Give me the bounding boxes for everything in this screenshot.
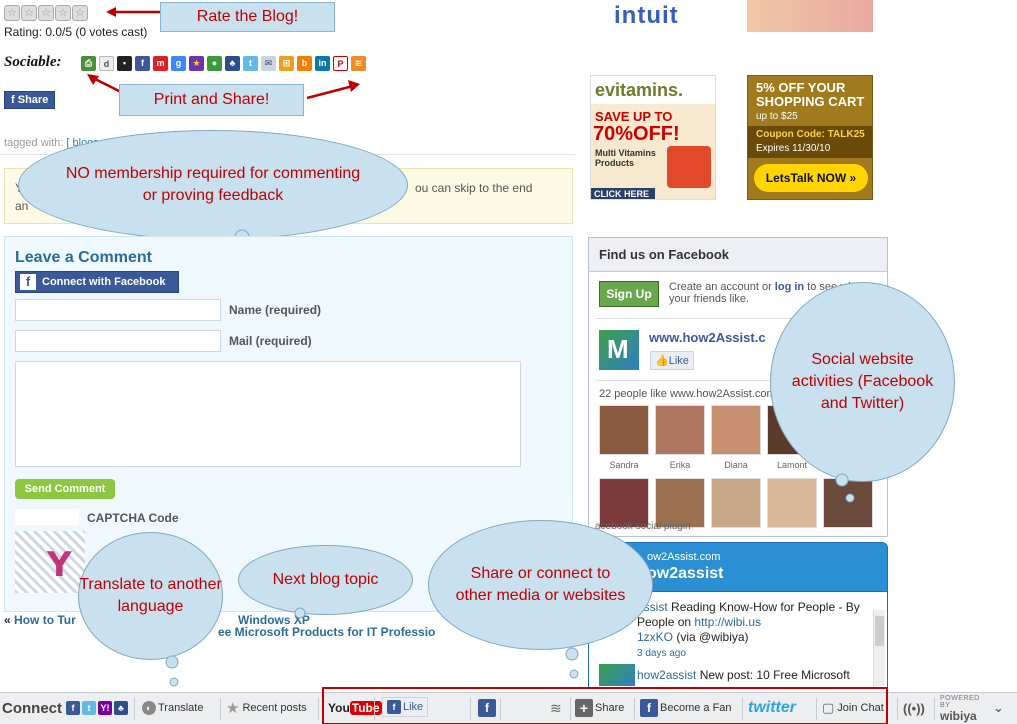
callout-membership: NO membership required for commenting or… bbox=[18, 130, 408, 240]
twitter-handle: ow2assist bbox=[647, 565, 724, 582]
signup-button[interactable]: Sign Up bbox=[599, 281, 659, 307]
broadcast-icon: ((•)) bbox=[903, 700, 925, 716]
cloud-tail bbox=[835, 473, 855, 503]
share-button[interactable]: + Share bbox=[575, 697, 624, 719]
myspace-icon[interactable]: ♣ bbox=[114, 701, 128, 715]
tweet: how2assist New post: 10 Free Microsoft bbox=[637, 668, 850, 682]
rss-icon: ≋ bbox=[550, 699, 562, 716]
star-icon[interactable]: ☆ bbox=[4, 5, 20, 21]
fan-avatar[interactable] bbox=[655, 405, 705, 455]
fan-avatar[interactable] bbox=[711, 405, 761, 455]
connect-group: Connect f t Y! ♣ bbox=[2, 697, 130, 719]
translate-button[interactable]: ◐ Translate bbox=[142, 697, 203, 719]
star-icon[interactable]: ☆ bbox=[38, 5, 54, 21]
tweet-avatar bbox=[599, 664, 635, 686]
star-icon[interactable]: ☆ bbox=[72, 5, 88, 21]
collapse-toolbar-button[interactable]: ⌄ bbox=[993, 697, 1004, 719]
twitter-icon[interactable]: t bbox=[82, 701, 96, 715]
star-icon: ★ bbox=[226, 700, 240, 717]
fan-avatar[interactable] bbox=[599, 405, 649, 455]
twitter-logo: twitter bbox=[748, 699, 796, 716]
letstalk-button[interactable]: LetsTalk NOW » bbox=[754, 164, 868, 192]
facebook-icon: f bbox=[478, 699, 496, 717]
product-image bbox=[667, 146, 711, 188]
captcha-input[interactable] bbox=[15, 509, 79, 525]
connect-facebook-button[interactable]: f Connect with Facebook bbox=[15, 271, 179, 293]
rating-text: Rating: 0.0/5 (0 votes cast) bbox=[4, 25, 148, 39]
youtube-icon: Tube bbox=[349, 701, 382, 715]
facebook-icon: f bbox=[11, 94, 15, 106]
click-here-button[interactable]: CLICK HERE bbox=[591, 188, 655, 199]
become-fan-button[interactable]: f Become a Fan bbox=[640, 697, 732, 719]
fan-avatar[interactable] bbox=[711, 478, 761, 528]
prev-post: « How to Tur bbox=[4, 613, 76, 627]
page: ☆ ☆ ☆ ☆ ☆ Rating: 0.0/5 (0 votes cast) Rate … bbox=[0, 0, 1017, 724]
rating-stars[interactable]: ☆ ☆ ☆ ☆ ☆ bbox=[4, 5, 89, 21]
recent-posts-button[interactable]: ★ Recent posts bbox=[226, 697, 307, 719]
like-button[interactable]: 👍Like bbox=[650, 351, 694, 370]
star-icon[interactable]: ☆ bbox=[21, 5, 37, 21]
rss-button[interactable]: ≋ bbox=[550, 697, 562, 719]
facebook-widget-title: Find us on Facebook bbox=[589, 238, 887, 272]
callout-print-share: Print and Share! bbox=[119, 84, 304, 116]
next-post-link[interactable]: ee Microsoft Products for IT Professio bbox=[218, 625, 435, 639]
leave-comment-title: Leave a Comment bbox=[15, 249, 152, 266]
fan-avatar[interactable] bbox=[767, 478, 817, 528]
name-label: Name (required) bbox=[229, 303, 322, 317]
facebook-like-button[interactable]: f Like bbox=[382, 697, 429, 717]
twitter-site: ow2Assist.com bbox=[647, 551, 721, 563]
cloud-tail bbox=[294, 607, 306, 619]
cloud-tail bbox=[565, 647, 579, 679]
facebook-icon[interactable]: f bbox=[66, 701, 80, 715]
callout-rate: Rate the Blog! bbox=[160, 2, 335, 32]
evitamins-ad[interactable]: evitamins. SAVE UP TO 70%OFF! Multi Vita… bbox=[590, 75, 716, 200]
callout-social: Social website activities (Facebook and … bbox=[770, 282, 955, 482]
facebook-icon: f bbox=[387, 700, 401, 714]
plus-icon: + bbox=[575, 699, 593, 717]
login-link[interactable]: log in bbox=[775, 281, 804, 293]
captcha-label: CAPTCHA Code bbox=[87, 511, 179, 525]
mail-label: Mail (required) bbox=[229, 334, 312, 348]
prev-post-link[interactable]: How to Tur bbox=[14, 613, 76, 627]
facebook-icon: f bbox=[20, 274, 36, 290]
intuit-ad[interactable]: intuit bbox=[590, 0, 716, 32]
comment-textarea[interactable] bbox=[15, 361, 521, 467]
scrollbar[interactable] bbox=[873, 610, 885, 686]
facebook-icon: f bbox=[640, 699, 658, 717]
social-plugin-label: acebook social plugin bbox=[595, 521, 691, 532]
star-icon[interactable]: ☆ bbox=[55, 5, 71, 21]
callout-next-topic: Next blog topic bbox=[238, 545, 413, 615]
name-input[interactable] bbox=[15, 299, 221, 321]
intuit-logo: intuit bbox=[614, 2, 679, 29]
wibiya-logo[interactable]: POWERED BY wibiya bbox=[940, 695, 986, 723]
twitter-button[interactable]: twitter bbox=[748, 697, 796, 719]
globe-icon: ◐ bbox=[142, 701, 156, 715]
fan-name[interactable]: Sandra bbox=[599, 460, 649, 470]
page-name-link[interactable]: www.how2Assist.c bbox=[649, 330, 766, 345]
facebook-page-button[interactable]: f bbox=[478, 697, 498, 719]
broadcast-button[interactable]: ((•)) bbox=[903, 697, 925, 719]
page-avatar: M bbox=[599, 330, 639, 370]
yahoo-icon[interactable]: Y! bbox=[98, 701, 112, 715]
chat-icon: ▢ bbox=[822, 700, 835, 715]
send-comment-button[interactable]: Send Comment bbox=[15, 479, 115, 499]
chevron-down-icon: ⌄ bbox=[993, 700, 1004, 715]
people-count: 22 people like www.how2Assist.com bbox=[599, 388, 776, 400]
fan-name[interactable]: Erika bbox=[655, 460, 705, 470]
letstalk-ad[interactable]: 5% OFF YOUR SHOPPING CART up to $25 Coup… bbox=[747, 75, 873, 200]
mail-input[interactable] bbox=[15, 330, 221, 352]
join-chat-button[interactable]: ▢ Join Chat bbox=[822, 697, 884, 719]
wibiya-toolbar: Connect f t Y! ♣ ◐ Translate ★ Recent posts… bbox=[0, 687, 1017, 724]
callout-share-connect: Share or connect to other media or websi… bbox=[428, 520, 653, 650]
tweet: assist Reading Know-How for People - By … bbox=[637, 600, 860, 659]
sociable-label: Sociable: bbox=[4, 54, 62, 70]
captcha-image: Y bbox=[15, 531, 85, 593]
fan-name[interactable]: Diana bbox=[711, 460, 761, 470]
thumbs-up-icon: 👍 bbox=[655, 355, 669, 367]
photo-ad[interactable] bbox=[747, 0, 873, 32]
facebook-share-button[interactable]: f Share bbox=[4, 91, 56, 109]
callout-translate: Translate to another language bbox=[78, 532, 223, 660]
